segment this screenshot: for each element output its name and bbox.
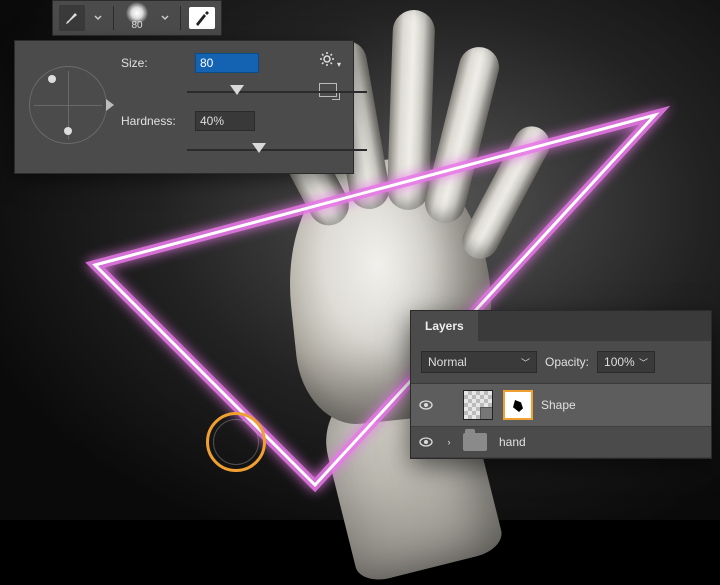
layer-name[interactable]: hand (499, 435, 703, 449)
chevron-down-icon: ﹀ (639, 356, 648, 369)
size-label: Size: (121, 56, 187, 70)
layer-thumbnail[interactable] (463, 390, 493, 420)
brush-preset-chevron-icon[interactable] (158, 5, 172, 31)
tool-options-bar: 80 (52, 0, 222, 36)
brush-cursor-highlight (206, 412, 266, 472)
brush-size-readout: 80 (131, 21, 142, 30)
angle-arrow-icon (106, 99, 114, 111)
brush-settings-popup: ▾ Size: Hardness: 40% (14, 40, 354, 174)
visibility-eye-icon[interactable] (419, 435, 435, 449)
brush-angle-widget[interactable] (29, 66, 107, 144)
divider (113, 6, 114, 30)
opacity-label: Opacity: (545, 355, 589, 369)
brush-tool-icon[interactable] (59, 5, 85, 31)
folder-icon (463, 433, 487, 451)
divider (180, 6, 181, 30)
brush-settings-menu[interactable]: ▾ (319, 51, 341, 70)
layer-row-shape[interactable]: Shape (411, 384, 711, 427)
brush-hardness-slider[interactable] (187, 143, 367, 157)
expand-group-chevron-icon[interactable]: › (443, 437, 455, 447)
tool-picker-chevron-icon[interactable] (91, 5, 105, 31)
brush-preset-picker[interactable]: 80 (122, 3, 152, 33)
airbrush-toggle[interactable] (189, 7, 215, 29)
chevron-down-icon: ﹀ (521, 356, 530, 369)
visibility-eye-icon[interactable] (419, 398, 435, 412)
brush-size-input[interactable] (195, 53, 259, 73)
blend-mode-dropdown[interactable]: Normal﹀ (421, 351, 537, 373)
opacity-dropdown[interactable]: 100%﹀ (597, 351, 655, 373)
hardness-label: Hardness: (121, 114, 187, 128)
layers-tab[interactable]: Layers (411, 311, 478, 341)
layer-row-hand[interactable]: › hand (411, 427, 711, 458)
brush-hardness-input[interactable]: 40% (195, 111, 255, 131)
layers-panel: Layers Normal﹀ Opacity: 100%﹀ Shape (410, 310, 712, 459)
layer-mask-thumbnail[interactable] (503, 390, 533, 420)
brush-size-slider[interactable] (187, 85, 367, 99)
layer-name[interactable]: Shape (541, 398, 703, 412)
gear-chevron-icon: ▾ (337, 60, 341, 69)
